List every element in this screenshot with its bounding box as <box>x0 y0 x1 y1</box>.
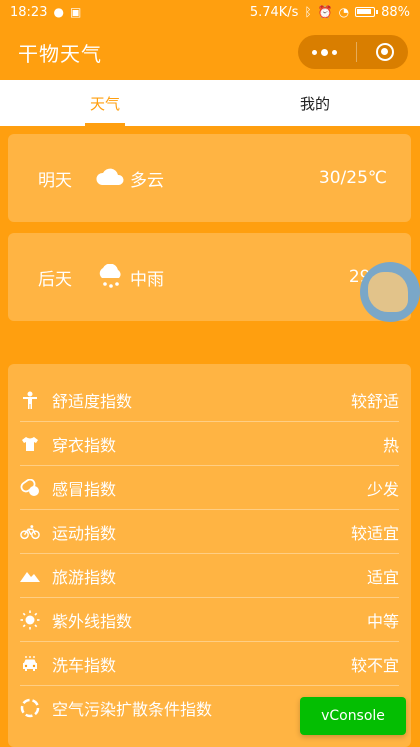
life-index-card: 舒适度指数 较舒适 穿衣指数 热 感冒指数 少发 运动指数 较适宜 旅游指数 适… <box>8 364 411 747</box>
tab-mine[interactable]: 我的 <box>210 80 420 126</box>
index-row-carwash: 洗车指数 较不宜 <box>20 642 399 686</box>
sun-icon <box>20 610 40 630</box>
more-icon[interactable] <box>312 48 337 56</box>
tab-bar: 天气 我的 <box>0 80 420 126</box>
network-speed: 5.74K/s <box>249 4 299 20</box>
forecast-day: 后天 <box>38 269 72 290</box>
index-name: 运动指数 <box>52 523 117 543</box>
page-title: 干物天气 <box>18 41 102 66</box>
mountain-icon <box>20 566 40 586</box>
index-value: 较不宜 <box>350 655 399 675</box>
index-row-sport: 运动指数 较适宜 <box>20 510 399 554</box>
index-name: 洗车指数 <box>52 655 117 675</box>
index-value: 较适宜 <box>350 523 399 543</box>
index-value: 适宜 <box>366 567 399 587</box>
status-time: 18:23 <box>10 4 48 20</box>
miniprogram-capsule <box>298 35 408 69</box>
forecast-day: 明天 <box>38 170 72 191</box>
forecast-card-after-tomorrow: 后天 中雨 29/2 <box>8 233 411 321</box>
index-value: 较舒适 <box>350 391 399 411</box>
air-icon <box>20 698 40 718</box>
tab-weather[interactable]: 天气 <box>0 80 210 126</box>
forecast-temp: 30/25℃ <box>318 168 387 188</box>
alarm-icon: ⏰ <box>317 5 333 19</box>
person-icon <box>20 390 40 410</box>
index-value: 少发 <box>366 479 399 499</box>
close-icon[interactable] <box>376 43 394 61</box>
bicycle-icon <box>20 522 40 542</box>
index-name: 旅游指数 <box>52 567 117 587</box>
index-name: 穿衣指数 <box>52 435 117 455</box>
bluetooth-icon: ᛒ <box>304 5 312 19</box>
index-name: 感冒指数 <box>52 479 117 499</box>
capsule-divider <box>356 42 357 62</box>
battery-icon <box>355 7 379 17</box>
app-notification-icon: ▣ <box>69 5 82 19</box>
index-value: 中等 <box>366 611 399 631</box>
nav-bar: 干物天气 <box>0 24 420 80</box>
wifi-icon: ◔ <box>338 5 350 19</box>
pill-icon <box>20 478 40 498</box>
floating-avatar[interactable] <box>360 262 420 322</box>
index-row-travel: 旅游指数 适宜 <box>20 554 399 598</box>
wechat-icon: ● <box>53 5 64 19</box>
index-row-clothing: 穿衣指数 热 <box>20 422 399 466</box>
car-icon <box>20 654 40 674</box>
forecast-condition: 多云 <box>130 170 164 191</box>
cloud-icon <box>94 165 126 191</box>
forecast-card-tomorrow: 明天 多云 30/25℃ <box>8 134 411 222</box>
index-name: 紫外线指数 <box>52 611 133 631</box>
shirt-icon <box>20 434 40 454</box>
index-row-cold: 感冒指数 少发 <box>20 466 399 510</box>
battery-level: 88% <box>381 4 410 20</box>
vconsole-button[interactable]: vConsole <box>300 697 406 735</box>
status-bar: 18:23 ● ▣ 5.74K/s ᛒ ⏰ ◔ 88% <box>0 0 420 24</box>
index-value: 热 <box>382 435 399 455</box>
index-row-comfort: 舒适度指数 较舒适 <box>20 378 399 422</box>
rain-icon <box>94 263 126 290</box>
forecast-condition: 中雨 <box>130 269 164 290</box>
index-row-uv: 紫外线指数 中等 <box>20 598 399 642</box>
index-name: 舒适度指数 <box>52 391 133 411</box>
